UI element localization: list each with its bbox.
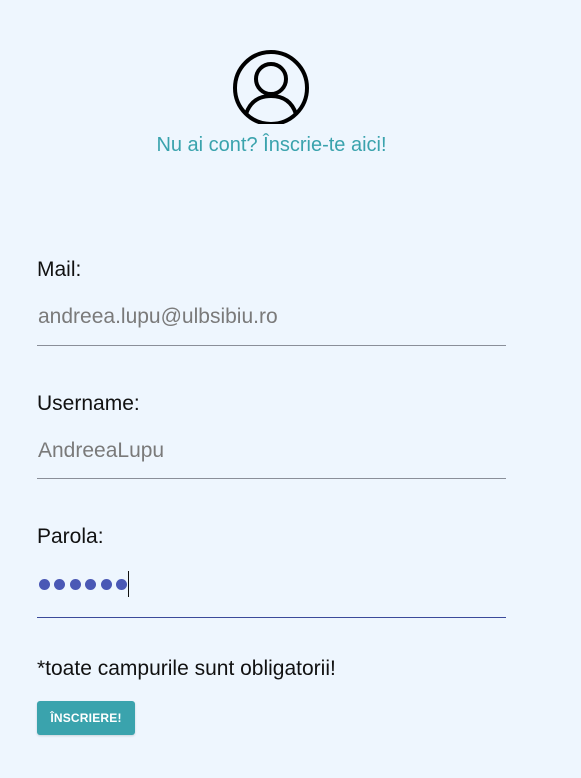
mail-field-group: Mail: [37,258,506,346]
mail-label: Mail: [37,258,82,281]
password-mask-dot [85,578,97,590]
password-mask-dot [100,578,112,590]
password-mask-dot [54,578,66,590]
username-input[interactable] [37,436,506,466]
password-mask-dot [69,578,81,590]
user-circle-icon [233,50,309,124]
signup-link[interactable]: Nu ai cont? Înscrie-te aici! [0,134,543,157]
username-label: Username: [37,392,140,415]
username-underline [37,478,506,479]
password-label: Parola: [37,525,104,548]
password-mask-dot [115,578,127,590]
mail-underline [37,345,506,346]
username-field-group: Username: [37,392,506,479]
password-input[interactable] [37,569,506,599]
password-underline [37,617,506,618]
signup-submit-button[interactable]: ÎNSCRIERE! [37,701,135,735]
required-fields-note: *toate campurile sunt obligatorii! [37,657,336,680]
password-field-group: Parola: [37,525,506,618]
mail-input[interactable] [37,302,506,332]
password-mask-dot [39,578,50,590]
text-caret [128,571,130,597]
